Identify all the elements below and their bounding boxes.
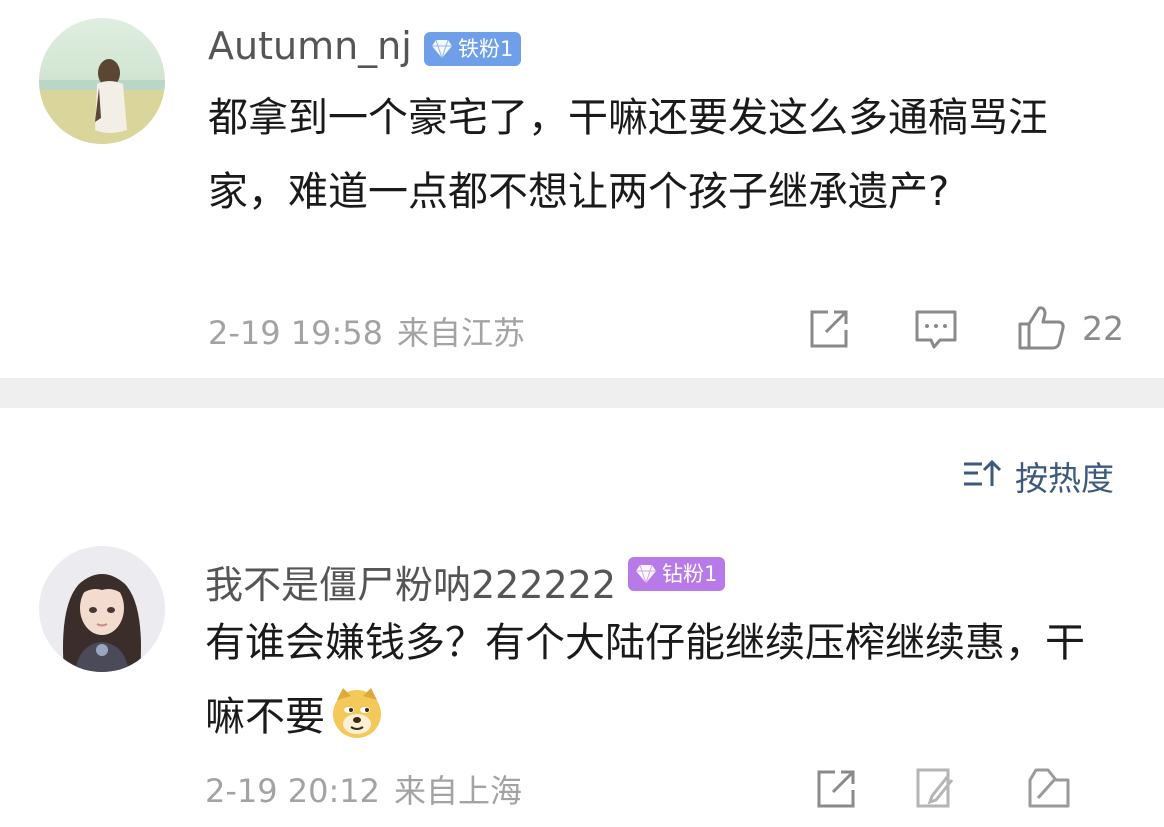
- comment-icon[interactable]: [914, 308, 958, 356]
- comment-item: 我不是僵尸粉呐222222 钻粉1 有谁会嫌钱多？有个大陆仔能继续压榨继续惠，干…: [0, 530, 1164, 827]
- share-icon[interactable]: [813, 766, 859, 816]
- badge-label: 钻粉1: [662, 562, 718, 586]
- section-divider: [0, 378, 1164, 408]
- comment-page: Autumn_nj 铁粉1 都拿到一个豪宅了，干嘛还要发这么多通稿骂汪家，难道一…: [0, 0, 1164, 827]
- like-count: 22: [1082, 309, 1124, 348]
- comment-date: 2-19 19:58: [208, 314, 384, 352]
- username[interactable]: 我不是僵尸粉呐222222: [205, 554, 616, 609]
- doge-emoji: [329, 684, 385, 740]
- comment-item: Autumn_nj 铁粉1 都拿到一个豪宅了，干嘛还要发这么多通稿骂汪家，难道一…: [0, 0, 1164, 378]
- fan-badge[interactable]: 铁粉1: [424, 32, 522, 66]
- diamond-icon: [432, 39, 452, 59]
- comment-date: 2-19 20:12: [205, 772, 381, 810]
- share-icon[interactable]: [806, 306, 852, 356]
- fan-badge[interactable]: 钻粉1: [628, 557, 726, 591]
- comment-icon[interactable]: [914, 766, 958, 814]
- avatar[interactable]: [39, 18, 165, 144]
- comment-meta: 2-19 19:58 来自江苏: [208, 308, 525, 354]
- avatar[interactable]: [39, 546, 165, 672]
- comment-meta: 2-19 20:12 来自上海: [205, 766, 522, 812]
- comment-location: 来自上海: [394, 772, 523, 810]
- comment-text: 有谁会嫌钱多？有个大陆仔能继续压榨继续惠，干嘛不要: [205, 606, 1085, 754]
- comment-text: 都拿到一个豪宅了，干嘛还要发这么多通稿骂汪家，难道一点都不想让两个孩子继承遗产?: [208, 95, 1048, 215]
- sort-icon: [964, 459, 1002, 486]
- like-icon[interactable]: [1026, 766, 1072, 814]
- comment-location: 来自江苏: [397, 314, 526, 352]
- badge-label: 铁粉1: [458, 37, 514, 61]
- username[interactable]: Autumn_nj: [208, 24, 412, 68]
- sort-label: 按热度: [1015, 459, 1114, 498]
- diamond-icon: [636, 564, 656, 584]
- like-icon[interactable]: [1017, 304, 1067, 356]
